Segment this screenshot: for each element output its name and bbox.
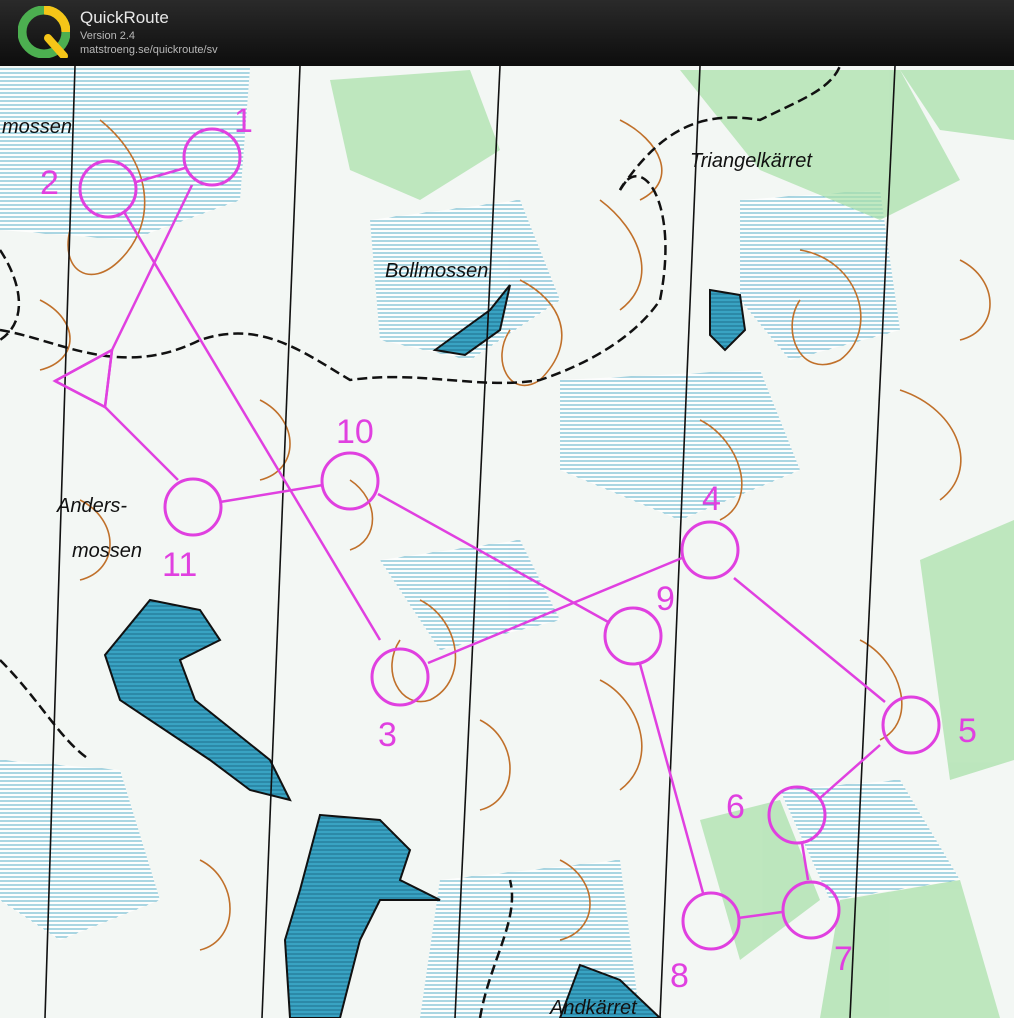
quickroute-logo-icon	[18, 6, 70, 58]
app-version: Version 2.4	[80, 30, 136, 42]
place-name-triangelkarret: Triangelkärret	[690, 150, 813, 172]
control-number-8: 8	[670, 957, 689, 995]
place-name-bollmossen: Bollmossen	[385, 260, 488, 282]
control-number-11: 11	[162, 546, 197, 584]
control-number-10: 10	[336, 413, 374, 451]
app-url: matstroeng.se/quickroute/sv	[80, 44, 218, 56]
control-number-4: 4	[702, 480, 721, 518]
place-name-andkarret: Andkärret	[549, 997, 638, 1018]
place-name-anders: Anders-	[56, 495, 127, 517]
control-number-5: 5	[958, 712, 977, 750]
control-number-7: 7	[834, 940, 853, 978]
control-number-2: 2	[40, 164, 59, 202]
control-number-3: 3	[378, 716, 397, 754]
control-number-9: 9	[656, 580, 675, 618]
app-title: QuickRoute	[80, 8, 169, 27]
place-name-anders-mossen: mossen	[72, 540, 142, 562]
place-name-mossen: mossen	[2, 116, 72, 138]
control-number-6: 6	[726, 788, 745, 826]
control-number-1: 1	[234, 102, 253, 140]
map-canvas[interactable]: mossen Triangelkärret Bollmossen Anders-…	[0, 66, 1014, 1018]
orienteering-map[interactable]: mossen Triangelkärret Bollmossen Anders-…	[0, 66, 1014, 1018]
title-bar: QuickRoute Version 2.4 matstroeng.se/qui…	[0, 0, 1014, 66]
